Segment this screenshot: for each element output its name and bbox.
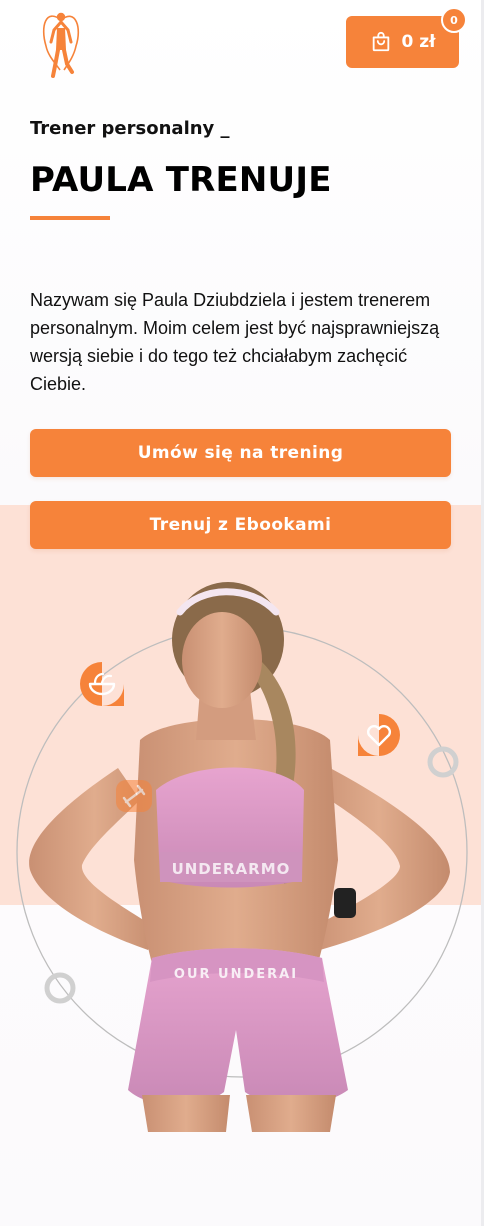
- heart-icon: [358, 714, 400, 756]
- shorts-print: OUR UNDERAI: [174, 967, 298, 982]
- top-print: UNDERARMO: [172, 860, 291, 878]
- orbit-node-left: [44, 972, 76, 1004]
- trainer-portrait: UNDERARMO OUR UNDERAI: [16, 582, 468, 1132]
- cart-total: 0 zł: [401, 32, 436, 52]
- intro-text: Nazywam się Paula Dziubdziela i jestem t…: [30, 290, 440, 394]
- orbit-node-right: [427, 746, 459, 778]
- ebooks-button[interactable]: Trenuj z Ebookami: [30, 501, 451, 549]
- salad-bowl-icon: [80, 662, 124, 706]
- cart-count-badge: 0: [441, 7, 467, 33]
- cart-button[interactable]: 0 zł 0: [346, 7, 467, 68]
- title-underline: [30, 216, 110, 220]
- shopping-bag-icon: [372, 31, 389, 52]
- page-title: PAULA TRENUJE: [30, 160, 332, 200]
- book-training-button[interactable]: Umów się na trening: [30, 429, 451, 477]
- page-subtitle: Trener personalny _: [30, 118, 230, 139]
- dumbbell-icon: [116, 780, 152, 812]
- logo-icon[interactable]: [38, 6, 84, 80]
